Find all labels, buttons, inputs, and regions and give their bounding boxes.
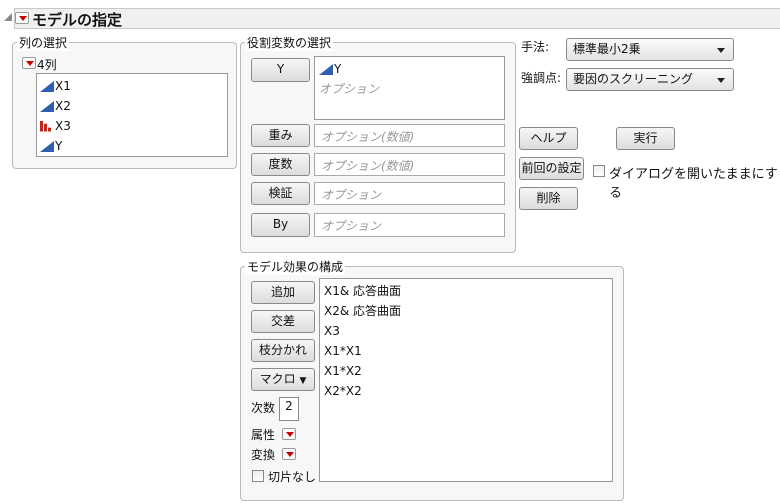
- emphasis-label: 強調点:: [521, 71, 562, 85]
- y-role-placeholder: オプション: [319, 82, 380, 96]
- freq-role-button[interactable]: 度数: [251, 153, 310, 176]
- continuous-icon: [40, 100, 54, 112]
- validation-role-field[interactable]: オプション: [314, 182, 505, 205]
- by-role-button[interactable]: By: [251, 213, 310, 237]
- y-role-button[interactable]: Y: [251, 58, 310, 82]
- header-bar: [14, 8, 780, 29]
- continuous-icon: [40, 80, 54, 92]
- method-label: 手法:: [521, 40, 550, 54]
- weight-role-field[interactable]: オプション(数値): [314, 124, 505, 147]
- effect-item[interactable]: X1& 応答曲面: [324, 281, 608, 301]
- no-intercept-checkbox[interactable]: [252, 470, 264, 482]
- nest-button[interactable]: 枝分かれ: [251, 339, 315, 362]
- validation-role-button[interactable]: 検証: [251, 182, 310, 205]
- freq-role-field[interactable]: オプション(数値): [314, 153, 505, 176]
- transform-label: 変換: [251, 448, 276, 462]
- keep-open-label: ダイアログを開いたままにする: [609, 167, 778, 201]
- run-button[interactable]: 実行: [616, 127, 675, 150]
- column-item-x2[interactable]: X2: [40, 96, 227, 116]
- method-dropdown[interactable]: 標準最小2乗: [566, 38, 734, 61]
- macros-button[interactable]: マクロ ▼: [251, 368, 315, 391]
- nominal-bar-icon: [40, 120, 51, 132]
- transform-menu-icon[interactable]: [282, 448, 296, 460]
- outline-collapse-icon[interactable]: [4, 13, 12, 21]
- add-effect-button[interactable]: 追加: [251, 281, 315, 304]
- recall-button[interactable]: 前回の設定: [519, 157, 584, 180]
- role-selection-label: 役割変数の選択: [245, 34, 334, 51]
- effect-item[interactable]: X2& 応答曲面: [324, 301, 608, 321]
- attributes-menu-icon[interactable]: [282, 428, 296, 440]
- effects-list[interactable]: X1& 応答曲面 X2& 応答曲面 X3 X1*X1 X1*X2 X2*X2: [319, 278, 613, 482]
- by-role-field[interactable]: オプション: [314, 213, 505, 237]
- column-list[interactable]: X1 X2 X3 Y: [36, 73, 228, 157]
- continuous-icon: [319, 63, 333, 75]
- degree-input[interactable]: 2: [279, 397, 299, 421]
- page-title: モデルの指定: [32, 11, 123, 29]
- cross-button[interactable]: 交差: [251, 310, 315, 333]
- remove-button[interactable]: 削除: [519, 187, 578, 210]
- macros-label: マクロ: [259, 372, 296, 386]
- chevron-down-icon: ▼: [299, 376, 307, 386]
- column-selection-label: 列の選択: [17, 34, 70, 51]
- help-button[interactable]: ヘルプ: [519, 127, 578, 150]
- keep-open-checkbox[interactable]: [593, 165, 605, 177]
- attributes-label: 属性: [251, 428, 276, 442]
- role-value: Y: [334, 62, 342, 76]
- column-count: 4列: [37, 58, 57, 72]
- column-name: X1: [55, 79, 71, 93]
- column-item-x1[interactable]: X1: [40, 76, 227, 96]
- continuous-icon: [40, 140, 54, 152]
- column-item-x3[interactable]: X3: [40, 116, 227, 136]
- emphasis-dropdown[interactable]: 要因のスクリーニング: [566, 68, 734, 91]
- column-name: Y: [55, 139, 63, 153]
- effect-item[interactable]: X2*X2: [324, 381, 608, 401]
- column-name: X3: [55, 119, 71, 133]
- effect-item[interactable]: X1*X1: [324, 341, 608, 361]
- y-role-list[interactable]: Y オプション: [314, 56, 505, 120]
- y-role-item[interactable]: Y: [319, 59, 500, 79]
- no-intercept-label: 切片なし: [268, 470, 317, 484]
- model-effects-label: モデル効果の構成: [245, 258, 346, 275]
- effect-item[interactable]: X1*X2: [324, 361, 608, 381]
- effect-item[interactable]: X3: [324, 321, 608, 341]
- column-item-y[interactable]: Y: [40, 136, 227, 156]
- degree-label: 次数: [251, 401, 276, 415]
- red-triangle-menu-icon[interactable]: [15, 12, 29, 24]
- weight-role-button[interactable]: 重み: [251, 124, 310, 147]
- column-name: X2: [55, 99, 71, 113]
- columns-menu-icon[interactable]: [22, 57, 36, 69]
